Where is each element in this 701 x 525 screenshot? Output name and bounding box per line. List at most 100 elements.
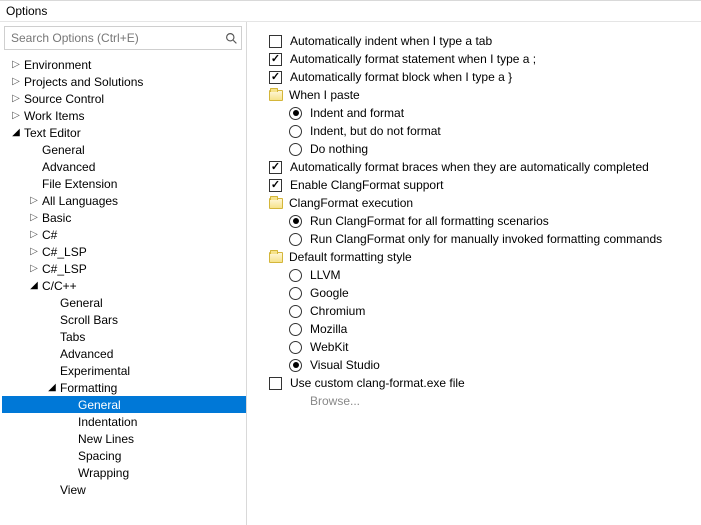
chevron-down-icon[interactable]: ◢	[28, 280, 40, 291]
option-do-nothing[interactable]: Do nothing	[269, 140, 695, 158]
search-icon[interactable]	[221, 32, 241, 45]
checkbox-icon[interactable]: ✓	[269, 179, 282, 192]
checkbox-icon[interactable]: ✓	[269, 53, 282, 66]
tree-item-label: General	[40, 143, 85, 157]
tree-item-label: Tabs	[58, 330, 85, 344]
option-label: Enable ClangFormat support	[290, 178, 443, 192]
checkbox-icon[interactable]: ✓	[269, 161, 282, 174]
tree-item-work-items[interactable]: ▷Work Items	[2, 107, 246, 124]
tree-item-c[interactable]: ▷C#	[2, 226, 246, 243]
search-box[interactable]	[4, 26, 242, 50]
tree-item-formatting[interactable]: ◢Formatting	[2, 379, 246, 396]
option-label: Google	[310, 286, 349, 300]
radio-icon[interactable]	[289, 323, 302, 336]
option-visual-studio[interactable]: Visual Studio	[269, 356, 695, 374]
radio-icon[interactable]	[289, 125, 302, 138]
option-indent-but-do-not-format[interactable]: Indent, but do not format	[269, 122, 695, 140]
tree-item-c-lsp[interactable]: ▷C#_LSP	[2, 243, 246, 260]
chevron-right-icon[interactable]: ▷	[28, 263, 40, 274]
radio-icon[interactable]	[289, 143, 302, 156]
chevron-right-icon[interactable]: ▷	[10, 76, 22, 87]
tree-item-new-lines[interactable]: ▷New Lines	[2, 430, 246, 447]
option-llvm[interactable]: LLVM	[269, 266, 695, 284]
tree-item-experimental[interactable]: ▷Experimental	[2, 362, 246, 379]
tree-item-advanced[interactable]: ▷Advanced	[2, 345, 246, 362]
radio-icon[interactable]	[289, 287, 302, 300]
chevron-right-icon[interactable]: ▷	[10, 59, 22, 70]
chevron-right-icon[interactable]: ▷	[28, 195, 40, 206]
checkbox-icon[interactable]: ✓	[269, 71, 282, 84]
tree-item-projects-and-solutions[interactable]: ▷Projects and Solutions	[2, 73, 246, 90]
option-run-clangformat-only-for-manually-invoked-formatting-commands[interactable]: Run ClangFormat only for manually invoke…	[269, 230, 695, 248]
radio-icon[interactable]	[289, 269, 302, 282]
checkbox-icon[interactable]	[269, 377, 282, 390]
option-label: WebKit	[310, 340, 348, 354]
option-chromium[interactable]: Chromium	[269, 302, 695, 320]
tree-item-spacing[interactable]: ▷Spacing	[2, 447, 246, 464]
chevron-right-icon[interactable]: ▷	[28, 212, 40, 223]
tree-item-basic[interactable]: ▷Basic	[2, 209, 246, 226]
tree-item-environment[interactable]: ▷Environment	[2, 56, 246, 73]
option-use-custom-clang-format-exe-file[interactable]: Use custom clang-format.exe file	[269, 374, 695, 392]
tree-item-label: Indentation	[76, 415, 137, 429]
chevron-down-icon[interactable]: ◢	[46, 382, 58, 393]
folder-icon	[269, 252, 283, 263]
tree-item-label: Environment	[22, 58, 91, 72]
chevron-down-icon[interactable]: ◢	[10, 127, 22, 138]
chevron-right-icon[interactable]: ▷	[10, 93, 22, 104]
tree-item-scroll-bars[interactable]: ▷Scroll Bars	[2, 311, 246, 328]
tree-item-label: Projects and Solutions	[22, 75, 143, 89]
tree-item-label: C#	[40, 228, 57, 242]
tree-item-general[interactable]: ▷General	[2, 294, 246, 311]
chevron-right-icon[interactable]: ▷	[10, 110, 22, 121]
radio-icon[interactable]	[289, 233, 302, 246]
radio-icon[interactable]	[289, 215, 302, 228]
tree-item-c-lsp[interactable]: ▷C#_LSP	[2, 260, 246, 277]
option-enable-clangformat-support[interactable]: ✓ Enable ClangFormat support	[269, 176, 695, 194]
option-label: Automatically indent when I type a tab	[290, 34, 492, 48]
folder-icon	[269, 90, 283, 101]
radio-icon[interactable]	[289, 305, 302, 318]
search-input[interactable]	[5, 28, 221, 48]
tree-item-label: Spacing	[76, 449, 121, 463]
option-google[interactable]: Google	[269, 284, 695, 302]
chevron-right-icon[interactable]: ▷	[28, 229, 40, 240]
tree-item-indentation[interactable]: ▷Indentation	[2, 413, 246, 430]
tree-item-all-languages[interactable]: ▷All Languages	[2, 192, 246, 209]
tree-item-advanced[interactable]: ▷Advanced	[2, 158, 246, 175]
option-automatically-indent-when-i-type-a-tab[interactable]: Automatically indent when I type a tab	[269, 32, 695, 50]
tree-item-tabs[interactable]: ▷Tabs	[2, 328, 246, 345]
tree-item-general[interactable]: ▷General	[2, 396, 246, 413]
option-automatically-format-statement-when-i-type-a[interactable]: ✓Automatically format statement when I t…	[269, 50, 695, 68]
tree-item-general[interactable]: ▷General	[2, 141, 246, 158]
tree-item-view[interactable]: ▷View	[2, 481, 246, 498]
option-browse[interactable]: Browse...	[269, 392, 695, 410]
tree-item-wrapping[interactable]: ▷Wrapping	[2, 464, 246, 481]
tree-item-label: C#_LSP	[40, 262, 87, 276]
option-indent-and-format[interactable]: Indent and format	[269, 104, 695, 122]
option-label: ClangFormat execution	[289, 196, 413, 210]
tree-item-label: View	[58, 483, 86, 497]
options-dialog: Options ▷Environment▷Projects and Soluti…	[0, 0, 701, 525]
tree-item-file-extension[interactable]: ▷File Extension	[2, 175, 246, 192]
option-mozilla[interactable]: Mozilla	[269, 320, 695, 338]
tree-item-label: Formatting	[58, 381, 117, 395]
checkbox-icon[interactable]	[269, 35, 282, 48]
chevron-right-icon[interactable]: ▷	[28, 246, 40, 257]
tree-item-text-editor[interactable]: ◢Text Editor	[2, 124, 246, 141]
radio-icon[interactable]	[289, 107, 302, 120]
option-automatically-format-block-when-i-type-a[interactable]: ✓Automatically format block when I type …	[269, 68, 695, 86]
radio-icon[interactable]	[289, 341, 302, 354]
tree-item-c-c[interactable]: ◢C/C++	[2, 277, 246, 294]
option-run-clangformat-for-all-formatting-scenarios[interactable]: Run ClangFormat for all formatting scena…	[269, 212, 695, 230]
option-automatically-format-braces-when-they-are-automatically-completed[interactable]: ✓Automatically format braces when they a…	[269, 158, 695, 176]
option-when-i-paste: When I paste	[269, 86, 695, 104]
option-label: Indent and format	[310, 106, 404, 120]
option-label: Mozilla	[310, 322, 347, 336]
tree-item-label: Basic	[40, 211, 71, 225]
tree-item-label: File Extension	[40, 177, 117, 191]
radio-icon[interactable]	[289, 359, 302, 372]
option-webkit[interactable]: WebKit	[269, 338, 695, 356]
tree-item-source-control[interactable]: ▷Source Control	[2, 90, 246, 107]
folder-icon	[269, 198, 283, 209]
